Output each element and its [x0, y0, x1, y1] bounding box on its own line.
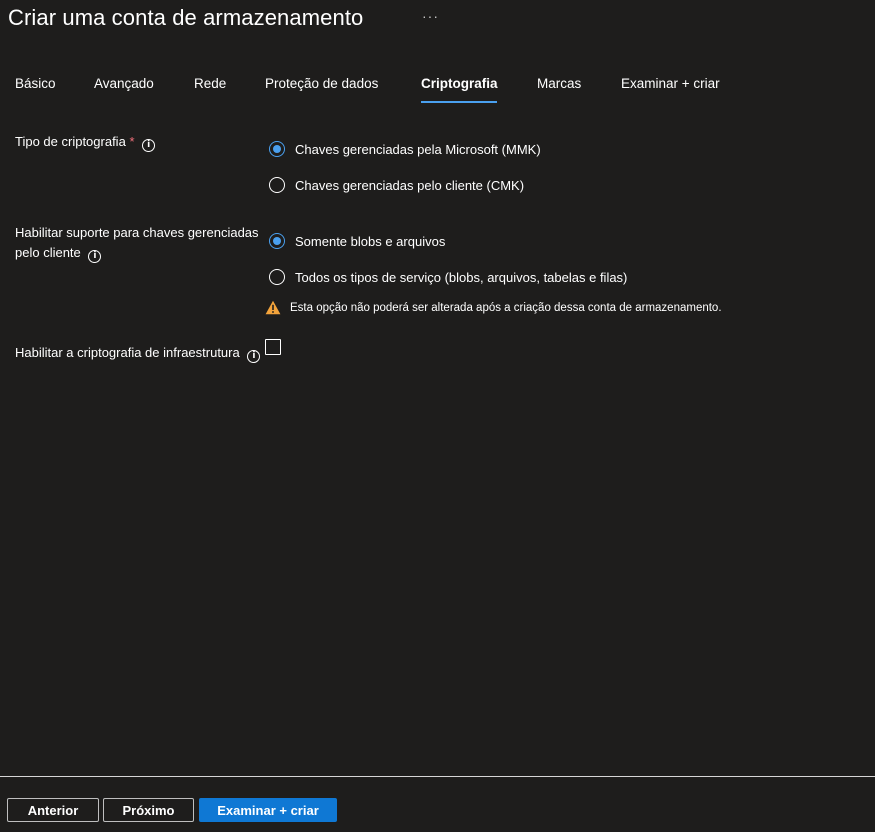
- infrastructure-encryption-label: Habilitar a criptografia de infraestrutu…: [15, 343, 261, 363]
- tab-criptografia[interactable]: Criptografia: [421, 76, 498, 91]
- previous-button[interactable]: Anterior: [7, 798, 99, 822]
- warning-icon: [265, 300, 281, 315]
- tab-protecao-de-dados[interactable]: Proteção de dados: [265, 76, 378, 91]
- cmk-support-label-line2: pelo cliente: [15, 245, 81, 260]
- radio-mmk[interactable]: Chaves gerenciadas pela Microsoft (MMK): [269, 141, 541, 157]
- tab-basico[interactable]: Básico: [15, 76, 56, 91]
- infrastructure-encryption-checkbox[interactable]: [265, 339, 281, 355]
- tab-rede[interactable]: Rede: [194, 76, 226, 91]
- radio-mmk-label: Chaves gerenciadas pela Microsoft (MMK): [295, 141, 541, 157]
- radio-cmk[interactable]: Chaves gerenciadas pelo cliente (CMK): [269, 177, 524, 193]
- radio-cmk-label: Chaves gerenciadas pelo cliente (CMK): [295, 177, 525, 193]
- more-icon[interactable]: ···: [422, 8, 439, 24]
- review-create-button[interactable]: Examinar + criar: [199, 798, 337, 822]
- radio-blobs-files[interactable]: Somente blobs e arquivos: [269, 233, 445, 249]
- radio-all-services-label: Todos os tipos de serviço (blobs, arquiv…: [295, 269, 628, 285]
- page-header: Criar uma conta de armazenamento: [8, 4, 363, 32]
- footer-divider: [0, 776, 875, 777]
- infrastructure-encryption-label-text: Habilitar a criptografia de infraestrutu…: [15, 345, 240, 360]
- radio-all-services-button[interactable]: [269, 269, 285, 285]
- tab-avancado[interactable]: Avançado: [94, 76, 154, 91]
- encryption-type-label-text: Tipo de criptografia: [15, 134, 126, 149]
- cmk-support-label: Habilitar suporte para chaves gerenciada…: [15, 223, 259, 263]
- active-tab-indicator: [421, 101, 497, 103]
- radio-blobs-files-label: Somente blobs e arquivos: [295, 233, 446, 249]
- tab-examinar-criar[interactable]: Examinar + criar: [621, 76, 720, 91]
- radio-blobs-files-button[interactable]: [269, 233, 285, 249]
- page-title: Criar uma conta de armazenamento: [8, 5, 364, 30]
- radio-cmk-button[interactable]: [269, 177, 285, 193]
- tab-marcas[interactable]: Marcas: [537, 76, 581, 91]
- info-icon[interactable]: i: [142, 139, 156, 152]
- radio-all-services[interactable]: Todos os tipos de serviço (blobs, arquiv…: [269, 269, 627, 285]
- info-icon[interactable]: i: [247, 350, 261, 363]
- required-mark: *: [129, 134, 135, 149]
- warning-message: Esta opção não poderá ser alterada após …: [265, 300, 722, 315]
- encryption-type-label: Tipo de criptografia * i: [15, 132, 156, 152]
- radio-mmk-button[interactable]: [269, 141, 285, 157]
- warning-text: Esta opção não poderá ser alterada após …: [290, 301, 722, 314]
- cmk-support-label-line1: Habilitar suporte para chaves gerenciada…: [15, 225, 259, 240]
- info-icon[interactable]: i: [88, 250, 102, 263]
- next-button[interactable]: Próximo: [103, 798, 194, 822]
